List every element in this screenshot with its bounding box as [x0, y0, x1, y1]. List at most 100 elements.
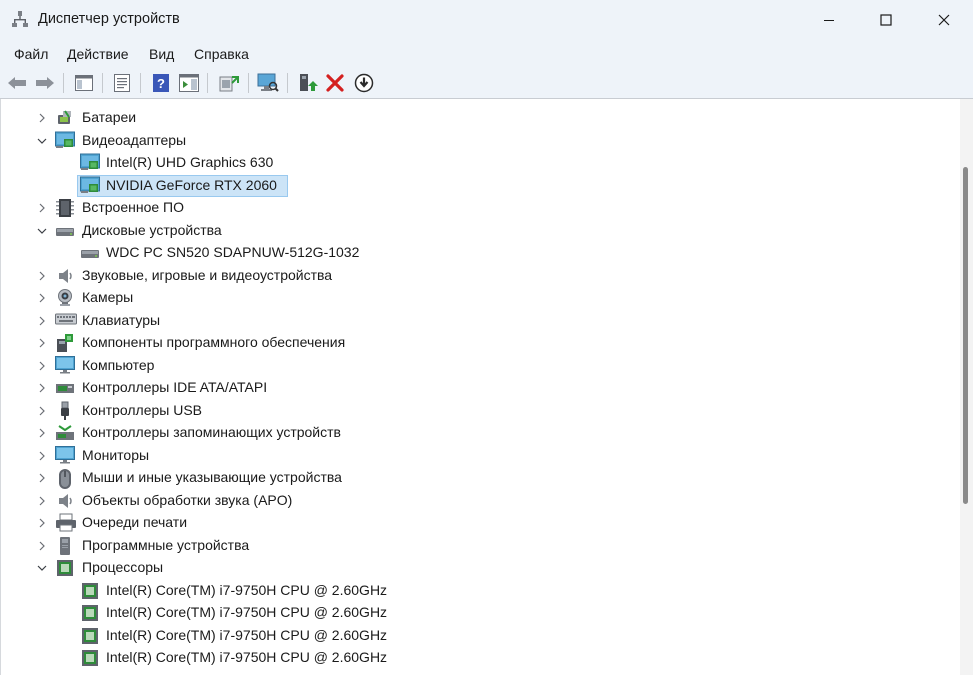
uninstall-device-button[interactable]: [324, 72, 346, 94]
forward-button[interactable]: [34, 72, 56, 94]
tree-item-label: Клавиатуры: [82, 311, 161, 328]
tree-category-item[interactable]: Мыши и иные указывающие устройства: [1, 467, 959, 489]
chevron-down-icon[interactable]: [36, 225, 48, 237]
chevron-right-icon[interactable]: [36, 472, 48, 484]
download-button[interactable]: [353, 72, 375, 94]
minimize-button[interactable]: [806, 0, 852, 40]
firmware-icon: [55, 198, 75, 218]
audio-processing-icon: [55, 491, 75, 511]
tree-item-label: Контроллеры USB: [82, 401, 202, 418]
processor-icon: [80, 603, 100, 623]
tree-device-item[interactable]: Intel(R) Core(TM) i7-9750H CPU @ 2.60GHz: [1, 602, 959, 624]
chevron-right-icon[interactable]: [36, 495, 48, 507]
show-hide-console-tree-icon: [75, 75, 93, 91]
tree-category-item[interactable]: Контроллеры IDE ATA/ATAPI: [1, 377, 959, 399]
tree-category-item[interactable]: Камеры: [1, 287, 959, 309]
tree-category-item[interactable]: Объекты обработки звука (APO): [1, 490, 959, 512]
menu-file[interactable]: Файл: [14, 46, 48, 62]
svg-text:?: ?: [157, 76, 165, 91]
scan-hardware-button[interactable]: [257, 72, 279, 94]
display-adapter-icon: [55, 131, 75, 151]
window-title: Диспетчер устройств: [38, 11, 180, 27]
camera-icon: [55, 288, 75, 308]
tree-device-item[interactable]: NVIDIA GeForce RTX 2060: [1, 174, 959, 197]
tree-category-item[interactable]: Встроенное ПО: [1, 197, 959, 219]
menu-help[interactable]: Справка: [194, 46, 249, 62]
tree-device-item[interactable]: Intel(R) Core(TM) i7-9750H CPU @ 2.60GHz: [1, 580, 959, 602]
menu-action[interactable]: Действие: [67, 46, 129, 62]
chevron-right-icon[interactable]: [36, 427, 48, 439]
toolbar: ?: [0, 68, 973, 99]
chevron-down-icon[interactable]: [36, 562, 48, 574]
tree-category-item[interactable]: Звуковые, игровые и видеоустройства: [1, 265, 959, 287]
keyboard-icon: [55, 311, 77, 331]
chevron-right-icon[interactable]: [36, 292, 48, 304]
tree-item-label: Intel(R) UHD Graphics 630: [106, 154, 274, 170]
tree-category-item[interactable]: Очереди печати: [1, 512, 959, 534]
help-icon: ?: [153, 74, 169, 92]
back-button[interactable]: [6, 72, 28, 94]
enable-device-icon: [300, 74, 318, 91]
properties-icon: [114, 74, 130, 92]
tree-item-label: Дисковые устройства: [82, 221, 222, 238]
chevron-right-icon[interactable]: [36, 517, 48, 529]
maximize-icon: [880, 14, 892, 26]
chevron-right-icon[interactable]: [36, 405, 48, 417]
toolbar-separator: [248, 73, 249, 93]
tree-device-item[interactable]: Intel(R) Core(TM) i7-9750H CPU @ 2.60GHz: [1, 647, 959, 669]
computer-icon: [55, 355, 75, 376]
action-pane-button[interactable]: [178, 72, 200, 94]
chevron-right-icon[interactable]: [36, 315, 48, 327]
chevron-right-icon[interactable]: [36, 540, 48, 552]
chevron-right-icon[interactable]: [36, 450, 48, 462]
tree-category-item[interactable]: Мониторы: [1, 445, 959, 467]
scan-hardware-icon: [257, 73, 279, 92]
chevron-right-icon[interactable]: [36, 337, 48, 349]
tree-item-label: Объекты обработки звука (APO): [82, 491, 293, 508]
display-adapter-icon: [80, 153, 100, 173]
enable-device-button[interactable]: [297, 72, 319, 94]
tree-category-item[interactable]: Программные устройства: [1, 535, 959, 557]
download-icon: [354, 73, 374, 93]
tree-item-label: Контроллеры IDE ATA/ATAPI: [82, 379, 268, 395]
maximize-button[interactable]: [863, 0, 909, 40]
tree-item-label: Видеоадаптеры: [82, 131, 187, 148]
printer-icon: [55, 513, 76, 533]
uninstall-device-icon: [326, 74, 344, 92]
tree-device-item[interactable]: Intel(R) UHD Graphics 630: [1, 152, 959, 174]
toolbar-separator: [140, 73, 141, 93]
chevron-right-icon[interactable]: [36, 112, 48, 124]
chevron-down-icon[interactable]: [36, 135, 48, 147]
forward-icon: [36, 77, 54, 89]
processor-icon: [80, 648, 100, 668]
tree-device-item[interactable]: Intel(R) Core(TM) i7-9750H CPU @ 2.60GHz: [1, 625, 959, 647]
properties-button[interactable]: [111, 72, 133, 94]
tree-category-item[interactable]: Контроллеры запоминающих устройств: [1, 422, 959, 444]
chevron-right-icon[interactable]: [36, 202, 48, 214]
update-driver-button[interactable]: [218, 72, 240, 94]
tree-category-item[interactable]: Клавиатуры: [1, 310, 959, 332]
chevron-right-icon[interactable]: [36, 360, 48, 372]
tree-category-item[interactable]: Батареи: [1, 107, 959, 129]
tree-item-label: WDC PC SN520 SDAPNUW-512G-1032: [106, 244, 360, 260]
chevron-right-icon[interactable]: [36, 382, 48, 394]
tree-category-item[interactable]: Дисковые устройства: [1, 220, 959, 242]
tree-item-label: Компоненты программного обеспечения: [82, 334, 346, 350]
close-button[interactable]: [921, 0, 967, 40]
tree-item-label: Батареи: [82, 109, 137, 125]
scrollbar-thumb[interactable]: [963, 167, 968, 504]
show-hide-tree-button[interactable]: [73, 72, 95, 94]
tree-category-item[interactable]: Компьютер: [1, 355, 959, 377]
tree-item-label: Очереди печати: [82, 514, 188, 530]
tree-device-item[interactable]: WDC PC SN520 SDAPNUW-512G-1032: [1, 242, 959, 264]
chevron-right-icon[interactable]: [36, 270, 48, 282]
help-button[interactable]: ?: [150, 72, 172, 94]
tree-category-item[interactable]: Контроллеры USB: [1, 400, 959, 422]
tree-item-label: Intel(R) Core(TM) i7-9750H CPU @ 2.60GHz: [106, 649, 388, 665]
software-component-icon: [55, 333, 75, 353]
tree-category-item[interactable]: Видеоадаптеры: [1, 130, 959, 152]
menu-view[interactable]: Вид: [149, 46, 174, 62]
tree-category-item[interactable]: Процессоры: [1, 557, 959, 579]
tree-category-item[interactable]: Компоненты программного обеспечения: [1, 332, 959, 354]
speaker-icon: [55, 266, 75, 286]
